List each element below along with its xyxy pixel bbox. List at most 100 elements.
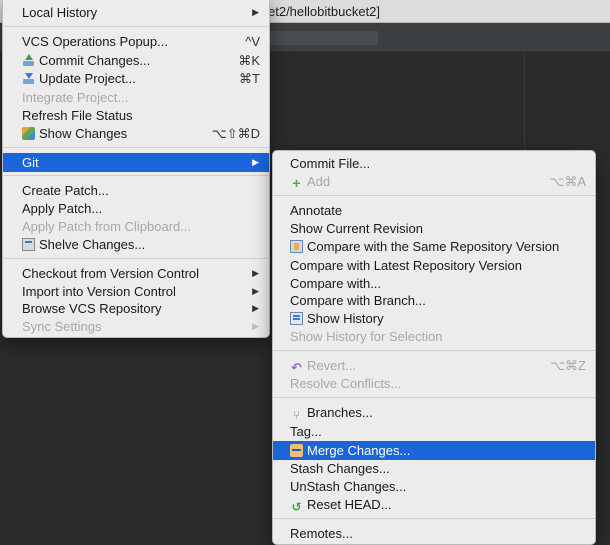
menu-item-label: Checkout from Version Control <box>22 266 200 281</box>
menu-item-label: Compare with Branch... <box>290 293 426 308</box>
menu-item-branches[interactable]: ⑂ Branches... <box>273 403 595 422</box>
submenu-arrow-icon: ▶ <box>252 321 259 331</box>
menu-item-show-history[interactable]: Show History <box>273 309 595 328</box>
menu-item-stash-changes[interactable]: Stash Changes... <box>273 459 595 478</box>
menu-item-label: Revert... <box>307 358 357 373</box>
menu-separator <box>273 397 595 398</box>
reset-icon: ↺ <box>291 500 302 514</box>
menu-item-label: Shelve Changes... <box>39 237 146 252</box>
submenu-arrow-icon: ▶ <box>252 268 259 278</box>
menu-item-label: Compare with the Same Repository Version <box>307 239 560 254</box>
menu-item-label: Import into Version Control <box>22 284 176 299</box>
submenu-arrow-icon: ▶ <box>252 7 259 17</box>
menu-item-annotate[interactable]: Annotate <box>273 201 595 220</box>
menu-item-label: Compare with Latest Repository Version <box>290 258 522 273</box>
menu-separator <box>3 26 269 27</box>
revert-icon: ↶ <box>291 360 302 375</box>
menu-item-sync-settings: Sync Settings ▶ <box>3 317 269 336</box>
menu-item-label: Add <box>307 174 331 189</box>
menu-item-label: Tag... <box>290 424 322 439</box>
menu-item-label: Merge Changes... <box>307 443 411 458</box>
menu-item-label: Apply Patch from Clipboard... <box>22 219 192 234</box>
shortcut-label: ⌥⇧⌘D <box>211 126 260 141</box>
menu-item-label: Show History for Selection <box>290 329 443 344</box>
menu-item-label: Show Current Revision <box>290 221 423 236</box>
compare-icon <box>290 240 303 253</box>
update-icon <box>22 72 35 85</box>
menu-item-label: Remotes... <box>290 526 353 541</box>
menu-item-label: Show Changes <box>39 126 128 141</box>
menu-item-label: Sync Settings <box>22 319 102 334</box>
window-title: et2/hellobitbucket2] <box>268 4 381 19</box>
menu-item-label: Local History <box>22 5 98 20</box>
menu-item-show-history-selection: Show History for Selection <box>273 327 595 346</box>
git-submenu: Commit File... + Add ⌥⌘A Annotate Show Cu… <box>272 150 596 545</box>
submenu-arrow-icon: ▶ <box>252 303 259 313</box>
menu-item-commit-changes[interactable]: Commit Changes... ⌘K <box>3 51 269 70</box>
menu-item-label: Resolve Conflicts... <box>290 376 402 391</box>
add-icon: + <box>292 175 301 191</box>
menu-item-add: + Add ⌥⌘A <box>273 172 595 191</box>
shortcut-label: ⌘K <box>238 53 260 68</box>
menu-item-unstash-changes[interactable]: UnStash Changes... <box>273 477 595 496</box>
menu-item-label: Commit File... <box>290 156 371 171</box>
menu-item-checkout-vcs[interactable]: Checkout from Version Control ▶ <box>3 264 269 283</box>
menu-item-label: Branches... <box>307 405 373 420</box>
menu-separator <box>3 258 269 259</box>
menu-item-label: Integrate Project... <box>22 90 129 105</box>
menu-item-label: Show History <box>307 311 384 326</box>
menu-item-show-current-revision[interactable]: Show Current Revision <box>273 219 595 238</box>
menu-item-commit-file[interactable]: Commit File... <box>273 154 595 173</box>
shelve-icon <box>22 238 35 251</box>
menu-item-local-history[interactable]: Local History ▶ <box>3 3 269 22</box>
menu-item-resolve-conflicts: Resolve Conflicts... <box>273 374 595 393</box>
history-icon <box>290 312 303 325</box>
menu-item-label: Stash Changes... <box>290 461 390 476</box>
menu-item-create-patch[interactable]: Create Patch... <box>3 181 269 200</box>
menu-item-label: Update Project... <box>39 71 136 86</box>
menu-item-revert: ↶ Revert... ⌥⌘Z <box>273 356 595 375</box>
menu-item-show-changes[interactable]: Show Changes ⌥⇧⌘D <box>3 124 269 143</box>
menu-item-label: Commit Changes... <box>39 53 151 68</box>
menu-item-label: Compare with... <box>290 276 382 291</box>
menu-item-remotes[interactable]: Remotes... <box>273 524 595 543</box>
menu-separator <box>3 147 269 148</box>
branches-icon: ⑂ <box>292 408 301 422</box>
shortcut-label: ^V <box>245 34 260 49</box>
shortcut-label: ⌘T <box>239 71 260 86</box>
menu-item-tag[interactable]: Tag... <box>273 422 595 441</box>
menu-item-merge-changes[interactable]: Merge Changes... <box>273 441 595 460</box>
menu-item-label: Git <box>22 155 39 170</box>
vcs-menu: Local History ▶ VCS Operations Popup... … <box>2 0 270 338</box>
commit-icon <box>22 54 35 67</box>
menu-item-label: VCS Operations Popup... <box>22 34 168 49</box>
menu-item-compare-latest[interactable]: Compare with Latest Repository Version <box>273 256 595 275</box>
menu-item-compare-same-repo[interactable]: Compare with the Same Repository Version <box>273 237 595 256</box>
menu-separator <box>273 195 595 196</box>
menu-item-apply-patch[interactable]: Apply Patch... <box>3 199 269 218</box>
menu-separator <box>273 350 595 351</box>
menu-item-label: Browse VCS Repository <box>22 301 162 316</box>
menu-item-label: Apply Patch... <box>22 201 103 216</box>
changes-icon <box>22 127 35 140</box>
merge-icon <box>290 444 303 457</box>
menu-item-label: Annotate <box>290 203 343 218</box>
menu-item-apply-patch-clipboard: Apply Patch from Clipboard... <box>3 217 269 236</box>
menu-item-browse-vcs[interactable]: Browse VCS Repository ▶ <box>3 299 269 318</box>
submenu-arrow-icon: ▶ <box>252 157 259 167</box>
menu-item-reset-head[interactable]: ↺ Reset HEAD... <box>273 495 595 514</box>
menu-item-shelve-changes[interactable]: Shelve Changes... <box>3 235 269 254</box>
menu-item-update-project[interactable]: Update Project... ⌘T <box>3 69 269 88</box>
shortcut-label: ⌥⌘A <box>549 174 586 189</box>
menu-item-label: UnStash Changes... <box>290 479 407 494</box>
menu-item-refresh-file-status[interactable]: Refresh File Status <box>3 106 269 125</box>
shortcut-label: ⌥⌘Z <box>550 358 586 373</box>
menu-item-git[interactable]: Git ▶ <box>3 153 269 172</box>
menu-item-compare-branch[interactable]: Compare with Branch... <box>273 291 595 310</box>
toolbar-tab[interactable] <box>268 31 378 45</box>
menu-item-label: Refresh File Status <box>22 108 133 123</box>
menu-item-vcs-operations-popup[interactable]: VCS Operations Popup... ^V <box>3 32 269 51</box>
menu-separator <box>273 518 595 519</box>
menu-separator <box>3 175 269 176</box>
menu-item-integrate-project: Integrate Project... <box>3 88 269 107</box>
